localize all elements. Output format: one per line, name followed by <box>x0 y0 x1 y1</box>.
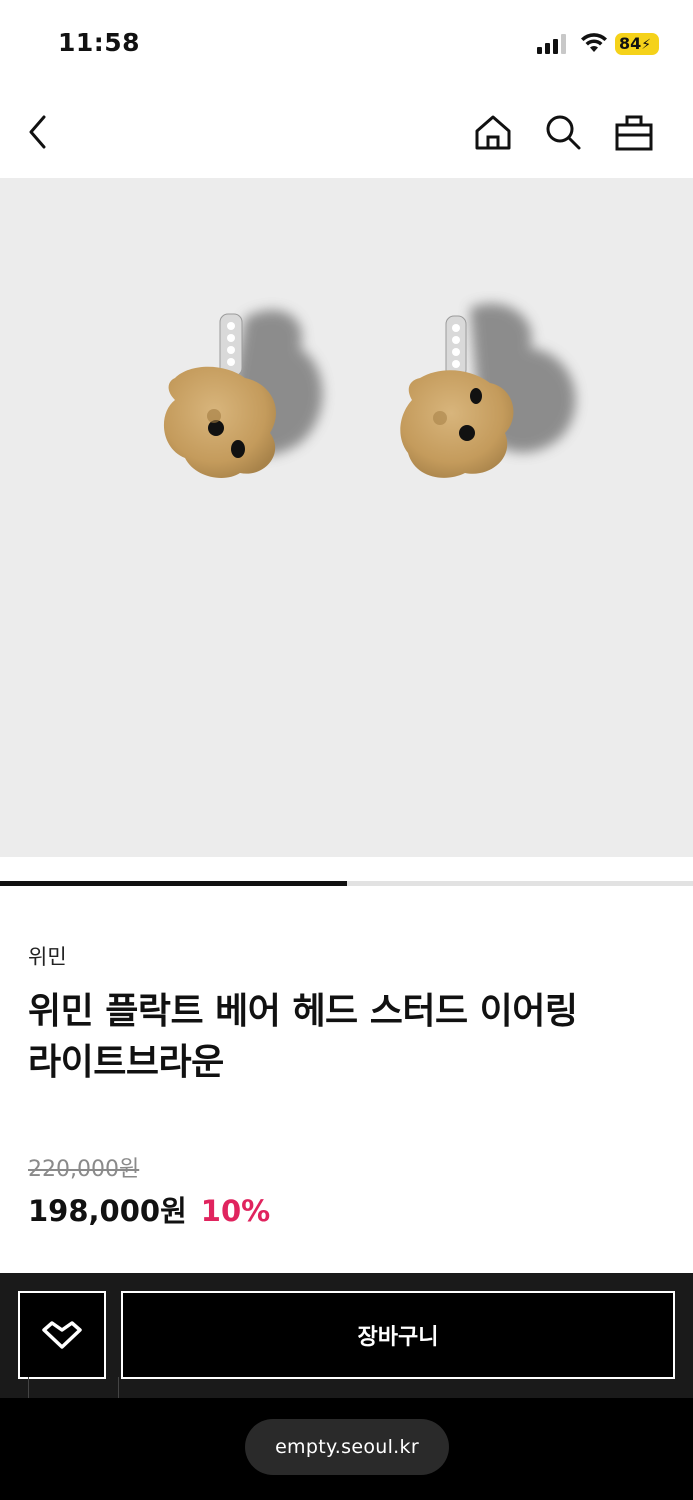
divider <box>28 1377 29 1398</box>
discount-rate: 10% <box>200 1194 271 1228</box>
charging-icon: ⚡ <box>641 37 652 53</box>
home-icon <box>475 115 511 150</box>
product-title-line2: 라이트브라운 <box>28 1042 224 1083</box>
sale-price: 198,000원 <box>28 1194 187 1228</box>
brand-name[interactable]: 위민 <box>28 941 67 971</box>
home-button[interactable] <box>471 110 515 154</box>
back-button[interactable] <box>16 110 60 154</box>
search-button[interactable] <box>541 110 585 154</box>
battery-level: 84 <box>619 34 642 53</box>
original-price: 220,000원 <box>28 1157 140 1182</box>
carousel-progress-fill <box>0 881 347 886</box>
status-bar: 11:58 84⚡ <box>0 0 693 88</box>
battery-indicator: 84⚡ <box>615 33 659 55</box>
action-bar: 장바구니 <box>0 1273 693 1398</box>
cart-button-nav[interactable] <box>612 110 656 154</box>
search-icon <box>546 115 581 150</box>
status-time: 11:58 <box>58 28 141 57</box>
product-title-line1: 위민 플락트 베어 헤드 스터드 이어링 <box>28 991 578 1032</box>
signal-icon <box>537 34 566 54</box>
url-bar[interactable]: empty.seoul.kr <box>245 1419 449 1475</box>
product-image[interactable] <box>0 178 693 857</box>
heart-chevron-icon <box>42 1321 82 1349</box>
shopping-bag-icon <box>615 115 653 151</box>
browser-bar: empty.seoul.kr <box>0 1398 693 1500</box>
divider <box>118 1377 119 1398</box>
add-to-cart-button[interactable]: 장바구니 <box>121 1291 675 1379</box>
wifi-icon <box>581 33 607 52</box>
product-title: 위민 플락트 베어 헤드 스터드 이어링 라이트브라운 <box>28 986 668 1088</box>
wishlist-button[interactable] <box>18 1291 106 1379</box>
price-row: 198,000원 10% <box>28 1188 270 1230</box>
carousel-progress <box>0 881 693 886</box>
earrings-illustration <box>163 303 576 478</box>
chevron-left-icon <box>29 115 46 149</box>
nav-bar <box>0 88 693 178</box>
